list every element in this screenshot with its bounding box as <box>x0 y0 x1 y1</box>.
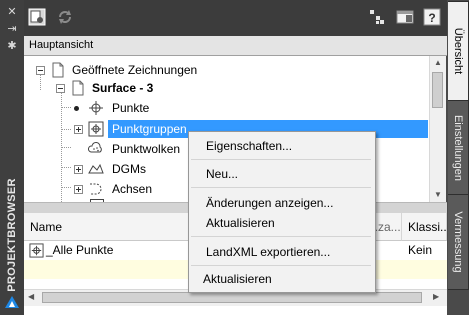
expand-icon[interactable] <box>74 185 83 194</box>
panel-left-strip: ✕ ⇥ ✱ PROJEKTBROWSER <box>0 0 25 315</box>
scroll-up-icon[interactable]: ▲ <box>434 58 442 67</box>
point-cloud-icon <box>88 142 102 153</box>
scroll-thumb[interactable] <box>432 72 443 108</box>
menu-item-new[interactable]: Neu... <box>206 164 238 184</box>
svg-text:?: ? <box>428 11 435 25</box>
expand-icon[interactable] <box>74 165 83 174</box>
collapse-icon[interactable] <box>56 84 65 93</box>
refresh-icon[interactable] <box>56 8 74 26</box>
menu-separator <box>191 265 371 266</box>
right-tabs: Übersicht Einstellungen Vermessung <box>447 0 469 315</box>
context-menu: Eigenschaften... Neu... Änderungen anzei… <box>188 131 376 293</box>
bullet-icon <box>74 106 79 111</box>
menu-item-show-changes[interactable]: Änderungen anzeigen... <box>206 193 333 213</box>
menu-item-refresh-bottom[interactable]: Aktualisieren <box>203 269 272 289</box>
tab-overview[interactable]: Übersicht <box>448 1 469 101</box>
civil3d-logo-icon <box>5 296 19 308</box>
menu-item-properties[interactable]: Eigenschaften... <box>206 136 292 156</box>
panel-title: PROJEKTBROWSER <box>6 178 18 292</box>
item-view-icon[interactable] <box>396 8 414 26</box>
properties-icon[interactable]: ✱ <box>5 40 19 52</box>
tab-survey[interactable]: Vermessung <box>448 194 469 290</box>
alignment-icon <box>90 183 102 195</box>
menu-item-refresh[interactable]: Aktualisieren <box>206 213 275 233</box>
point-icon <box>89 101 103 115</box>
tab-settings[interactable]: Einstellungen <box>448 100 469 195</box>
autohide-icon[interactable]: ⇥ <box>5 23 19 35</box>
column-header-klass[interactable]: Klassi... <box>402 213 450 241</box>
toggle-prospector-icon[interactable] <box>28 8 46 26</box>
tree-scrollbar[interactable]: ▲ ▼ <box>429 56 446 202</box>
toolbar: ? <box>24 0 447 37</box>
menu-separator <box>191 187 371 188</box>
list-cell-klass: Kein <box>408 243 433 257</box>
menu-separator <box>191 236 371 237</box>
help-icon[interactable]: ? <box>423 8 441 26</box>
tree-view-icon[interactable] <box>368 8 386 26</box>
tree-node-drawing[interactable]: Surface - 3 <box>24 79 424 97</box>
scroll-down-icon[interactable]: ▼ <box>434 190 442 199</box>
surface-icon <box>88 163 104 174</box>
tree-node-points[interactable]: Punkte <box>24 99 424 117</box>
scroll-thumb[interactable] <box>42 292 422 303</box>
collapse-icon[interactable] <box>36 66 45 75</box>
tree-node-open-drawings[interactable]: Geöffnete Zeichnungen <box>24 61 424 79</box>
scroll-left-icon[interactable]: ◀ <box>28 292 34 301</box>
close-icon[interactable]: ✕ <box>5 6 19 18</box>
menu-separator <box>191 159 371 160</box>
expand-icon[interactable] <box>74 125 83 134</box>
list-cell-name: _Alle Punkte <box>46 243 114 257</box>
drawings-icon <box>52 62 64 78</box>
view-selector-value: Hauptansicht <box>29 39 94 51</box>
view-selector[interactable]: Hauptansicht <box>24 36 447 56</box>
drawing-file-icon <box>72 80 84 96</box>
scroll-right-icon[interactable]: ▶ <box>433 292 439 301</box>
point-group-icon <box>88 121 104 137</box>
menu-item-export-landxml[interactable]: LandXML exportieren... <box>206 242 330 262</box>
